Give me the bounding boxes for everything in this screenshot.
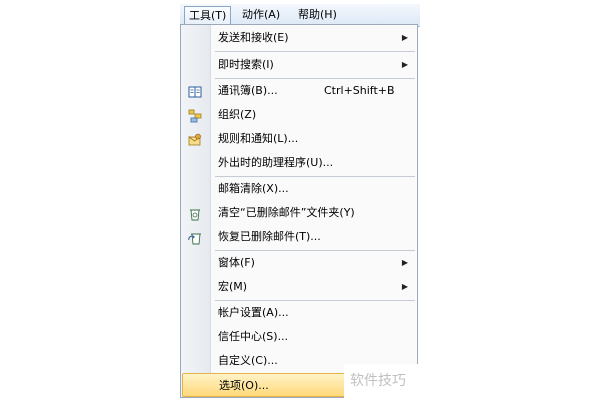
menu-item-macro[interactable]: 宏(M) ▶ — [182, 275, 416, 299]
menu-item-label: 自定义(C)... — [218, 354, 278, 367]
menu-item-label: 清空“已删除邮件”文件夹(Y) — [218, 206, 355, 219]
empty-deleted-icon — [188, 206, 202, 221]
menu-separator — [215, 51, 415, 52]
menu-item-out-of-office[interactable]: 外出时的助理程序(U)... — [182, 151, 416, 175]
submenu-arrow-icon: ▶ — [401, 282, 408, 291]
menu-help[interactable]: 帮助(H) — [294, 6, 341, 23]
menu-item-account-settings[interactable]: 帐户设置(A)... — [182, 301, 416, 325]
menu-item-label: 窗体(F) — [218, 256, 255, 269]
menu-item-label: 选项(O)... — [219, 379, 269, 392]
menu-item-recover-deleted[interactable]: 恢复已删除邮件(T)... — [182, 225, 416, 249]
menu-item-send-receive[interactable]: 发送和接收(E) ▶ — [182, 26, 416, 50]
menu-item-shortcut: Ctrl+Shift+B — [324, 84, 395, 97]
organize-icon — [188, 108, 202, 123]
menu-item-organize[interactable]: 组织(Z) — [182, 103, 416, 127]
menu-actions[interactable]: 动作(A) — [238, 6, 284, 23]
menu-item-label: 宏(M) — [218, 280, 248, 293]
tools-dropdown-menu: 发送和接收(E) ▶ 即时搜索(I) ▶ 通讯簿(B)... Ctrl+Shif… — [180, 24, 418, 398]
menu-item-address-book[interactable]: 通讯簿(B)... Ctrl+Shift+B — [182, 79, 416, 103]
watermark-text: 软件技巧 — [350, 373, 406, 389]
menu-tools[interactable]: 工具(T) — [184, 6, 232, 26]
address-book-icon — [188, 84, 202, 98]
menu-item-label: 发送和接收(E) — [218, 31, 289, 44]
menu-item-label: 规则和通知(L)... — [218, 132, 299, 145]
menu-item-label: 外出时的助理程序(U)... — [218, 156, 334, 169]
menu-item-trust-center[interactable]: 信任中心(S)... — [182, 325, 416, 349]
menu-item-label: 帐户设置(A)... — [218, 306, 289, 319]
menu-item-empty-deleted[interactable]: 清空“已删除邮件”文件夹(Y) — [182, 201, 416, 225]
menu-item-label: 组织(Z) — [218, 108, 257, 121]
watermark: 软件技巧 — [344, 364, 428, 398]
rules-icon — [187, 132, 202, 146]
menu-item-rules-alerts[interactable]: 规则和通知(L)... — [182, 127, 416, 151]
recover-deleted-icon — [188, 230, 202, 245]
menu-item-forms[interactable]: 窗体(F) ▶ — [182, 251, 416, 275]
submenu-arrow-icon: ▶ — [401, 60, 408, 69]
submenu-arrow-icon: ▶ — [401, 33, 408, 42]
menu-item-mailbox-cleanup[interactable]: 邮箱清除(X)... — [182, 177, 416, 201]
menu-item-label: 邮箱清除(X)... — [218, 182, 289, 195]
menu-item-label: 恢复已删除邮件(T)... — [218, 230, 321, 243]
menu-item-label: 信任中心(S)... — [218, 330, 289, 343]
menu-item-label: 通讯簿(B)... — [218, 84, 278, 97]
menu-item-label: 即时搜索(I) — [218, 58, 274, 71]
submenu-arrow-icon: ▶ — [401, 258, 408, 267]
menu-item-instant-search[interactable]: 即时搜索(I) ▶ — [182, 53, 416, 77]
